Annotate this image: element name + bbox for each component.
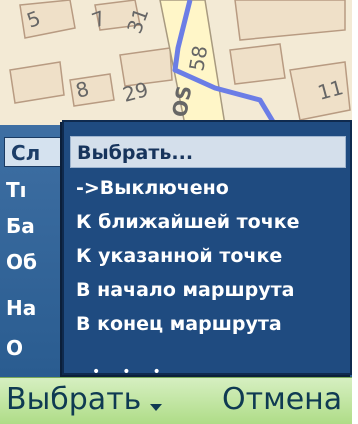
cancel-softkey[interactable]: Отмена [222, 382, 342, 417]
menu-item-route-end[interactable]: В конец маршрута [70, 308, 346, 340]
menu-item-specified-point[interactable]: К указанной точке [70, 240, 346, 272]
popup-menu: Выбрать... ->Выключено К ближайшей точке… [62, 120, 352, 375]
device-screen: 5 7 31 58 8 29 11 OS Сл Тı Бa Об На О Вы… [0, 0, 352, 424]
menu-item-nearest-point[interactable]: К ближайшей точке [70, 206, 346, 238]
select-softkey[interactable]: Выбрать [6, 382, 141, 417]
map-view[interactable]: 5 7 31 58 8 29 11 OS [0, 0, 352, 125]
menu-item-route-start[interactable]: В начало маршрута [70, 274, 346, 306]
softkey-bar: Выбрать Отмена [0, 377, 352, 424]
menu-item-select[interactable]: Выбрать... [70, 136, 346, 168]
house-number: 58 [184, 44, 212, 73]
map-building [229, 43, 286, 85]
chevron-down-icon [150, 404, 162, 411]
map-building [119, 47, 173, 87]
screen-edge [352, 0, 358, 424]
map-building [9, 61, 65, 104]
menu-item-off[interactable]: ->Выключено [70, 172, 346, 204]
